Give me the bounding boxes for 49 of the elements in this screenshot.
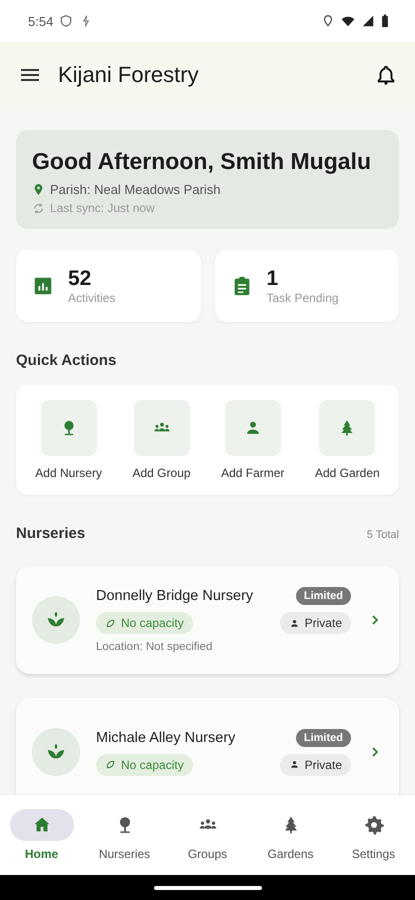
parish-text: Parish: Neal Meadows Parish [50,182,221,197]
section-title: Quick Actions [16,352,118,369]
location-icon [321,14,335,28]
capacity-chip: No capacity [96,754,193,776]
stat-label: Task Pending [266,291,339,305]
action-label[interactable]: Add Nursery [35,466,102,480]
nursery-name: Donnelly Bridge Nursery [96,588,254,604]
total-count: 5 Total [366,529,399,541]
status-time: 5:54 [28,14,54,28]
location-pin-icon [32,183,45,196]
settings-icon [362,814,384,836]
person-icon [288,759,300,770]
location-text: Location: Not specified [96,641,214,653]
leaf-icon [105,759,116,770]
stat-value: 52 [68,267,92,291]
person-icon [288,618,300,628]
nav-tab[interactable]: Groups [166,795,249,875]
capacity-chip: No capacity [96,612,193,634]
nav-tab[interactable]: Settings [332,795,415,875]
nav-tab[interactable]: Nurseries [83,795,166,875]
ownership-chip: Private [280,754,351,776]
stat-value: 1 [266,267,280,291]
ownership-chip: Private [280,612,351,634]
status-badge: Limited [296,587,351,605]
status-badge: Limited [296,728,351,746]
action-label[interactable]: Add Garden [314,466,380,480]
greeting-title: Good Afternoon, Smith Mugalu [32,148,372,175]
section-title: Nurseries [16,525,86,542]
nursery-name: Michale Alley Nursery [96,730,236,746]
action-button[interactable] [224,400,281,456]
action-button[interactable] [319,400,376,456]
last-sync-text: Last sync: Just now [50,201,155,215]
action-label[interactable]: Add Group [132,466,191,480]
nursery-card[interactable]: Michale Alley Nursery Limited No capacity Private [16,698,399,794]
leaf-icon [105,618,116,628]
notification-bell-icon[interactable] [375,64,397,86]
stat-label: Activities [68,291,116,305]
signal-icon [361,14,375,28]
gesture-handle[interactable] [154,886,262,890]
action-button[interactable] [40,400,97,456]
nav-tab[interactable]: Home [0,795,83,875]
bar-chart-icon [32,275,54,297]
app-title: Kijani Forestry [58,62,200,88]
shield-icon [59,14,74,28]
action-label[interactable]: Add Farmer [221,466,284,480]
nursery-card[interactable]: Donnelly Bridge Nursery Limited No capacity Private Location: Not specified [16,566,399,674]
wifi-icon [341,14,355,28]
nav-tab[interactable]: Gardens [249,795,332,875]
battery-icon [381,14,389,28]
